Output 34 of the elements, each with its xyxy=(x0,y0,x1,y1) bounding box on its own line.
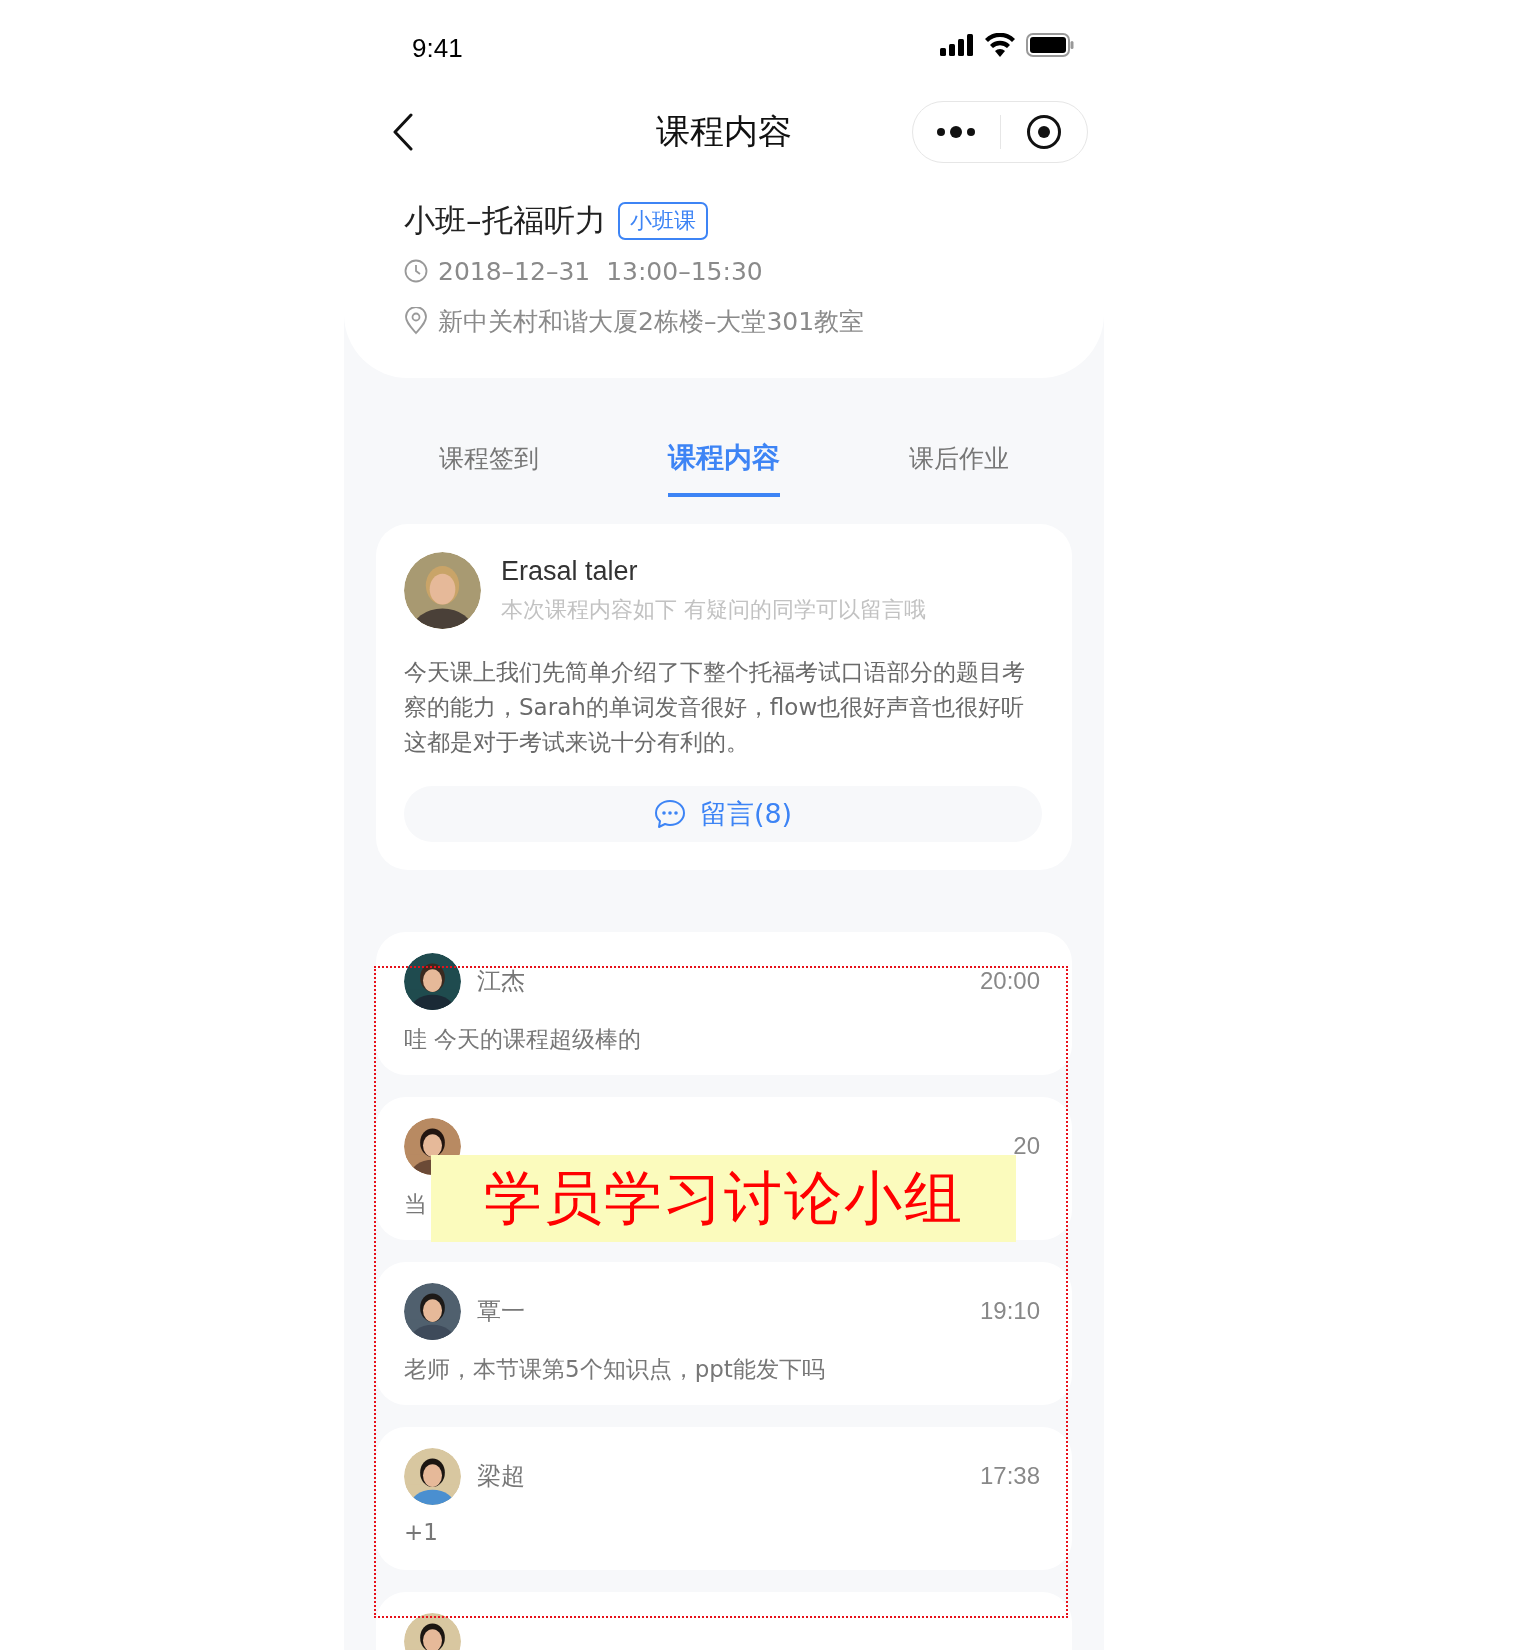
back-button[interactable] xyxy=(392,112,414,151)
commenter-name: 梁超 xyxy=(477,1461,525,1492)
course-location: 新中关村和谐大厦2栋楼–大堂301教室 xyxy=(438,305,865,338)
comment-text: 当 xyxy=(404,1190,427,1219)
wifi-icon xyxy=(984,33,1016,57)
post-subtitle: 本次课程内容如下 有疑问的同学可以留言哦 xyxy=(501,596,926,624)
comment-button[interactable]: 留言(8) xyxy=(404,786,1042,842)
course-title: 小班–托福听力 xyxy=(404,201,606,240)
comment-text: 老师，本节课第5个知识点，ppt能发下吗 xyxy=(404,1355,825,1384)
tab[interactable]: 课后作业 xyxy=(909,437,1010,497)
annotation-label: 学员学习讨论小组 xyxy=(431,1155,1016,1242)
tab[interactable]: 课程签到 xyxy=(438,437,539,497)
clock-icon xyxy=(404,259,428,283)
comment-time: 19:10 xyxy=(979,1297,1040,1325)
tab[interactable]: 课程内容 xyxy=(668,437,780,497)
target-icon xyxy=(1025,113,1062,150)
battery-icon xyxy=(1026,33,1074,57)
author-name: Erasal taler xyxy=(501,556,639,587)
commenter-name: 江杰 xyxy=(477,966,525,997)
course-tag: 小班课 xyxy=(617,202,708,240)
page-title: 课程内容 xyxy=(656,110,792,153)
commenter-name: 覃一 xyxy=(477,1296,525,1327)
chat-icon xyxy=(653,799,686,829)
comment-text: 哇 今天的课程超级棒的 xyxy=(404,1025,642,1054)
status-time: 9:41 xyxy=(412,31,463,64)
post-text: 今天课上我们先简单介绍了下整个托福考试口语部分的题目考察的能力，Sarah的单词发音很好，flow也很好声音也很好听这都是对于考试来说十分有利的。 xyxy=(404,658,1026,757)
signal-icon xyxy=(940,34,974,56)
comment-time: 17:38 xyxy=(979,1462,1040,1490)
location-icon xyxy=(404,307,428,335)
course-date: 2018–12–31 13:00–15:30 xyxy=(438,256,763,286)
comment-time: 20 xyxy=(1013,1132,1040,1160)
comment-text: +1 xyxy=(404,1519,438,1545)
comment-time: 20:00 xyxy=(979,967,1040,995)
more-icon xyxy=(936,124,977,139)
